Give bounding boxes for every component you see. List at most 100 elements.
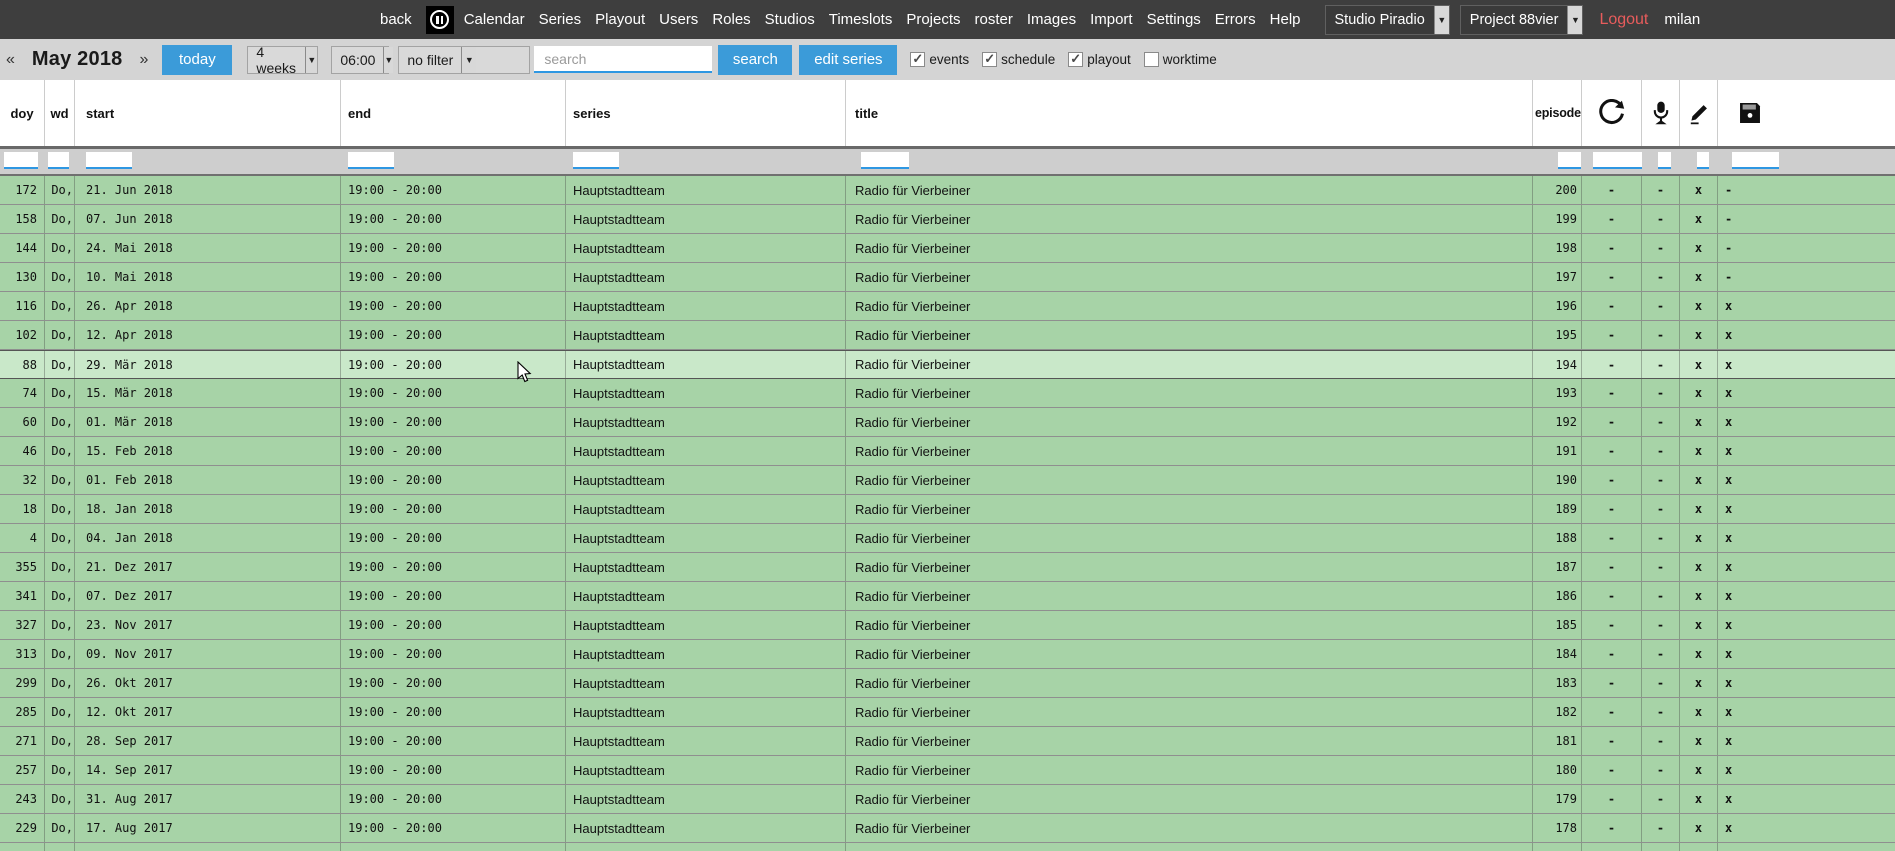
table-row[interactable]: 32 Do, 01. Feb 2018 19:00 - 20:00 Haupts… <box>0 466 1895 495</box>
toggle-worktime[interactable]: ✓ worktime <box>1144 52 1217 67</box>
filter-input-save[interactable] <box>1732 152 1779 169</box>
range-select[interactable]: 4 weeks ▼ <box>247 46 318 74</box>
cell-start <box>75 843 341 851</box>
toggle-label: worktime <box>1163 52 1217 67</box>
table-row[interactable]: 74 Do, 15. Mär 2018 19:00 - 20:00 Haupts… <box>0 379 1895 408</box>
column-header-title[interactable]: title <box>846 80 1533 146</box>
nav-item-errors[interactable]: Errors <box>1215 11 1256 28</box>
cell-live: - <box>1642 640 1680 668</box>
table-row[interactable]: 257 Do, 14. Sep 2017 19:00 - 20:00 Haupt… <box>0 756 1895 785</box>
cell-live: - <box>1642 785 1680 813</box>
table-row[interactable]: 46 Do, 15. Feb 2018 19:00 - 20:00 Haupts… <box>0 437 1895 466</box>
cell-edit: x <box>1680 727 1718 755</box>
filter-input-live[interactable] <box>1658 152 1671 169</box>
cell-live: - <box>1642 611 1680 639</box>
column-header-end[interactable]: end <box>341 80 566 146</box>
table-row[interactable]: 4 Do, 04. Jan 2018 19:00 - 20:00 Hauptst… <box>0 524 1895 553</box>
search-input[interactable] <box>534 46 712 73</box>
cell-wd: Do, <box>45 553 75 581</box>
filter-input-end[interactable] <box>348 152 394 169</box>
nav-item-import[interactable]: Import <box>1090 11 1133 28</box>
table-row[interactable]: 243 Do, 31. Aug 2017 19:00 - 20:00 Haupt… <box>0 785 1895 814</box>
cell-doy: 172 <box>0 176 45 204</box>
nav-item-studios[interactable]: Studios <box>765 11 815 28</box>
table-row[interactable]: 285 Do, 12. Okt 2017 19:00 - 20:00 Haupt… <box>0 698 1895 727</box>
cell-end: 19:00 - 20:00 <box>341 263 566 291</box>
today-button[interactable]: today <box>162 45 232 75</box>
nav-item-users[interactable]: Users <box>659 11 698 28</box>
nav-item-projects[interactable]: Projects <box>906 11 960 28</box>
cell-title: Radio für Vierbeiner <box>846 234 1533 262</box>
column-header-live[interactable] <box>1642 80 1680 146</box>
studio-select[interactable]: Studio Piradio ▼ <box>1325 5 1450 35</box>
table-row[interactable]: 144 Do, 24. Mai 2018 19:00 - 20:00 Haupt… <box>0 234 1895 263</box>
edit-series-button[interactable]: edit series <box>799 45 897 75</box>
table-row[interactable]: 60 Do, 01. Mär 2018 19:00 - 20:00 Haupts… <box>0 408 1895 437</box>
prev-month-button[interactable]: « <box>6 51 15 69</box>
nav-item-roles[interactable]: Roles <box>712 11 750 28</box>
nav-item-timeslots[interactable]: Timeslots <box>829 11 893 28</box>
column-header-save[interactable] <box>1718 80 1895 146</box>
project-select[interactable]: Project 88vier ▼ <box>1460 5 1584 35</box>
table-row[interactable]: 229 Do, 17. Aug 2017 19:00 - 20:00 Haupt… <box>0 814 1895 843</box>
nav-item-settings[interactable]: Settings <box>1147 11 1201 28</box>
table-row[interactable]: 102 Do, 12. Apr 2018 19:00 - 20:00 Haupt… <box>0 321 1895 350</box>
nav-item-roster[interactable]: roster <box>975 11 1013 28</box>
filter-select[interactable]: no filter ▼ <box>398 46 530 74</box>
cell-rerun: - <box>1582 698 1642 726</box>
table-row[interactable]: 271 Do, 28. Sep 2017 19:00 - 20:00 Haupt… <box>0 727 1895 756</box>
table-row[interactable]: 130 Do, 10. Mai 2018 19:00 - 20:00 Haupt… <box>0 263 1895 292</box>
table-row[interactable]: 18 Do, 18. Jan 2018 19:00 - 20:00 Haupts… <box>0 495 1895 524</box>
table-row[interactable]: 158 Do, 07. Jun 2018 19:00 - 20:00 Haupt… <box>0 205 1895 234</box>
filter-input-wd[interactable] <box>48 152 69 169</box>
table-row-partial[interactable] <box>0 843 1895 851</box>
logout-link[interactable]: Logout <box>1599 11 1648 29</box>
nav-item-series[interactable]: Series <box>539 11 582 28</box>
nav-item-help[interactable]: Help <box>1270 11 1301 28</box>
column-header-rerun[interactable] <box>1582 80 1642 146</box>
next-month-button[interactable]: » <box>139 51 148 69</box>
search-button[interactable]: search <box>718 45 792 75</box>
filter-input-rerun[interactable] <box>1593 152 1642 169</box>
table-row[interactable]: 313 Do, 09. Nov 2017 19:00 - 20:00 Haupt… <box>0 640 1895 669</box>
toggle-schedule[interactable]: ✓ schedule <box>982 52 1055 67</box>
column-header-doy[interactable]: doy <box>0 80 45 146</box>
filter-input-series[interactable] <box>573 152 619 169</box>
column-header-episode[interactable]: episode <box>1533 80 1582 146</box>
table-row[interactable]: 172 Do, 21. Jun 2018 19:00 - 20:00 Haupt… <box>0 176 1895 205</box>
table-row[interactable]: 341 Do, 07. Dez 2017 19:00 - 20:00 Haupt… <box>0 582 1895 611</box>
nav-item-images[interactable]: Images <box>1027 11 1076 28</box>
column-header-wd[interactable]: wd <box>45 80 75 146</box>
cell-wd: Do, <box>45 524 75 552</box>
filter-input-title[interactable] <box>861 152 909 169</box>
filter-input-start[interactable] <box>86 152 132 169</box>
cell-rerun: - <box>1582 814 1642 842</box>
nav-item-playout[interactable]: Playout <box>595 11 645 28</box>
table-row[interactable]: 116 Do, 26. Apr 2018 19:00 - 20:00 Haupt… <box>0 292 1895 321</box>
toggle-playout[interactable]: ✓ playout <box>1068 52 1131 67</box>
toggle-events[interactable]: ✓ events <box>910 52 969 67</box>
table-row[interactable]: 355 Do, 21. Dez 2017 19:00 - 20:00 Haupt… <box>0 553 1895 582</box>
cell-title: Radio für Vierbeiner <box>846 611 1533 639</box>
nav-item-calendar[interactable]: Calendar <box>464 11 525 28</box>
cell-save <box>1718 843 1895 851</box>
cell-wd: Do, <box>45 176 75 204</box>
cell-series: Hauptstadtteam <box>566 408 846 436</box>
day-start-time-select[interactable]: 06:00 ▼ <box>331 46 389 74</box>
filter-input-doy[interactable] <box>4 152 38 169</box>
cell-start: 31. Aug 2017 <box>75 785 341 813</box>
table-row[interactable]: 88 Do, 29. Mär 2018 19:00 - 20:00 Haupts… <box>0 350 1895 379</box>
table-row[interactable]: 327 Do, 23. Nov 2017 19:00 - 20:00 Haupt… <box>0 611 1895 640</box>
cell-end: 19:00 - 20:00 <box>341 466 566 494</box>
filter-input-episode[interactable] <box>1558 152 1581 169</box>
column-header-edit[interactable] <box>1680 80 1718 146</box>
column-header-series[interactable]: series <box>566 80 846 146</box>
table-row[interactable]: 299 Do, 26. Okt 2017 19:00 - 20:00 Haupt… <box>0 669 1895 698</box>
station-logo-pause-icon[interactable] <box>426 6 454 34</box>
cell-end: 19:00 - 20:00 <box>341 582 566 610</box>
filter-input-edit[interactable] <box>1697 152 1709 169</box>
nav-item-back[interactable]: back <box>380 11 412 28</box>
cell-title: Radio für Vierbeiner <box>846 495 1533 523</box>
column-header-start[interactable]: start <box>75 80 341 146</box>
cell-doy: 271 <box>0 727 45 755</box>
